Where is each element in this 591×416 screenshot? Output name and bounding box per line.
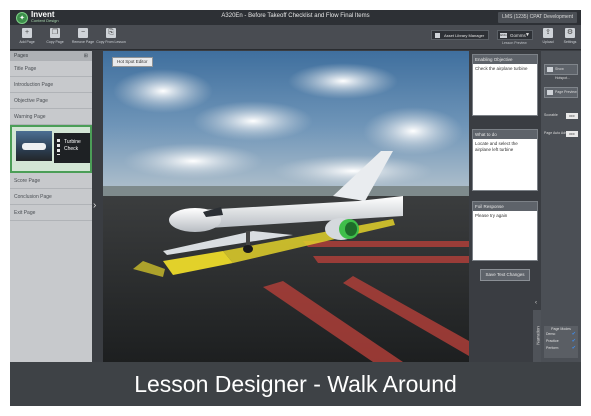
what-to-do-field[interactable]: Locate and select the airplane left turb… — [473, 139, 537, 155]
page-preview-button[interactable]: Page Preview — [544, 87, 578, 98]
foil-response-panel: Foil Response Please try again — [472, 201, 538, 261]
mode-practice[interactable]: Practice ✔ — [544, 338, 578, 345]
invent-logo-icon: ✦ — [16, 11, 28, 24]
workspace-button[interactable]: LMS (1235) CPAT Development — [498, 12, 577, 23]
title-bar: ✦ Invent Content Design A320En - Before … — [10, 10, 581, 25]
narration-expand-chevron-icon[interactable]: ‹ — [535, 300, 537, 306]
page-item-conclusion[interactable]: Conclusion Page — [10, 189, 92, 205]
page-item-title[interactable]: Title Page — [10, 61, 92, 77]
page-auto-advance-row: Page Auto Advance OFF — [544, 131, 578, 137]
page-title-card: Turbine Check — [54, 133, 90, 163]
language-value: Gomms — [510, 33, 526, 38]
copy-from-lesson-button[interactable]: ⎘ Copy From Lesson — [96, 28, 126, 48]
mode-perform[interactable]: Perform ✔ — [544, 345, 578, 352]
page-auto-advance-toggle[interactable]: OFF — [566, 131, 578, 137]
brand-name: Invent — [31, 10, 55, 19]
scene-viewport[interactable]: Hot Spot Editor — [103, 51, 469, 362]
copy-from-lesson-icon: ⎘ — [106, 28, 116, 38]
brand-subtitle: Content Design — [31, 17, 59, 23]
airport-scene — [103, 51, 469, 362]
page-item-exit[interactable]: Exit Page — [10, 205, 92, 221]
check-icon: ✔ — [571, 338, 576, 344]
add-page-icon: + — [22, 28, 32, 38]
copy-page-icon: ❐ — [50, 28, 60, 38]
settings-button[interactable]: ⚙ Settings — [559, 28, 581, 48]
enabling-objective-panel: Enabling Objective Check the airplane tu… — [472, 54, 538, 116]
text-panels: Enabling Objective Check the airplane tu… — [471, 51, 539, 362]
page-item-objective[interactable]: Objective Page — [10, 93, 92, 109]
scorable-row: Scorable OFF — [544, 113, 578, 119]
add-page-button[interactable]: + Add Page — [16, 28, 38, 48]
what-to-do-panel: What to do Locate and select the airplan… — [472, 129, 538, 191]
upload-icon: ⇪ — [543, 28, 553, 38]
lesson-preview-label: Lesson Preview — [502, 41, 527, 45]
page-item-warning[interactable]: Warning Page — [10, 109, 92, 125]
check-icon: ✔ — [571, 345, 576, 351]
toolbar: + Add Page ❐ Copy Page − Remove Page ⎘ C… — [10, 25, 581, 50]
invent-logo: ✦ Invent Content Design — [16, 10, 59, 24]
library-icon — [435, 33, 440, 38]
page-item-turbine-check[interactable]: Turbine Check — [10, 125, 92, 173]
show-hotspots-button[interactable]: Show Hotspot... — [544, 64, 578, 80]
pin-icon[interactable]: ⊞ — [84, 51, 88, 61]
check-icon: ✔ — [571, 331, 576, 337]
foil-response-field[interactable]: Please try again — [473, 211, 537, 221]
collapse-panel-chevron-icon[interactable]: › — [93, 200, 96, 211]
app-window: ✦ Invent Content Design A320En - Before … — [10, 10, 581, 406]
preview-icon — [547, 90, 553, 95]
foil-response-header: Foil Response — [473, 202, 537, 211]
window-title: A320En - Before Takeoff Checklist and Fl… — [221, 13, 370, 19]
page-item-score[interactable]: Score Page — [10, 173, 92, 189]
chevron-down-icon: ▼ — [525, 32, 530, 38]
language-select[interactable]: ENG Gomms ▼ — [497, 30, 533, 40]
asset-library-button[interactable]: Asset Library Manager — [431, 30, 489, 40]
upload-button[interactable]: ⇪ Upload — [537, 28, 559, 48]
language-code-icon: ENG — [500, 33, 507, 38]
properties-panel: Show Hotspot... Page Preview Scorable OF… — [541, 51, 581, 362]
save-text-changes-button[interactable]: Save Text Changes — [480, 269, 530, 281]
what-to-do-header: What to do — [473, 130, 537, 139]
pages-header: Pages ⊞ — [10, 51, 92, 61]
remove-page-button[interactable]: − Remove Page — [72, 28, 94, 48]
hotspot-icon — [547, 67, 553, 72]
copy-page-button[interactable]: ❐ Copy Page — [44, 28, 66, 48]
pages-panel: Pages ⊞ Title Page Introduction Page Obj… — [10, 51, 92, 362]
enabling-objective-field[interactable]: Check the airplane turbine — [473, 64, 537, 74]
hotspot-editor-button[interactable]: Hot Spot Editor — [112, 57, 153, 67]
page-thumbnail — [16, 131, 52, 161]
caption-banner: Lesson Designer - Walk Around — [10, 362, 581, 406]
enabling-objective-header: Enabling Objective — [473, 55, 537, 64]
scorable-toggle[interactable]: OFF — [566, 113, 578, 119]
mode-demo[interactable]: Demo ✔ — [544, 331, 578, 338]
page-modes-box: Page Modes Demo ✔ Practice ✔ Perform ✔ — [544, 326, 578, 358]
remove-page-icon: − — [78, 28, 88, 38]
gear-icon: ⚙ — [565, 28, 575, 38]
page-item-introduction[interactable]: Introduction Page — [10, 77, 92, 93]
